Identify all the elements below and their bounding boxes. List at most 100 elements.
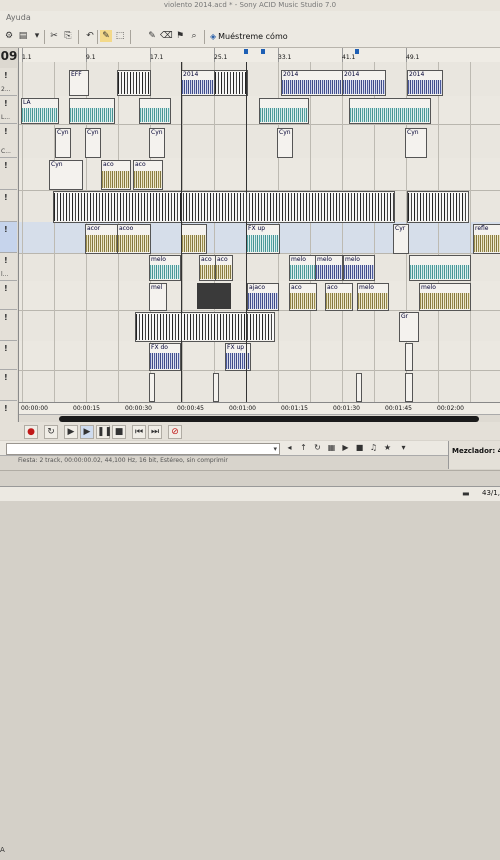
track-header[interactable]: ! C... — [0, 124, 17, 158]
show-me-how-button[interactable]: ◈ Muéstreme cómo — [210, 30, 288, 44]
audio-event[interactable] — [149, 373, 155, 402]
auto-preview-icon[interactable]: ♫ — [368, 442, 379, 453]
audio-event[interactable] — [405, 373, 413, 402]
beat-event[interactable] — [214, 70, 248, 96]
audio-event[interactable]: 2014 — [281, 70, 343, 96]
audio-event[interactable]: 2014 — [181, 70, 215, 96]
favorites-icon[interactable]: ★ — [382, 442, 393, 453]
audio-event[interactable]: refle — [473, 224, 500, 254]
beat-event[interactable] — [407, 191, 469, 223]
explorer-menu-icon[interactable]: ▾ — [398, 442, 409, 453]
loop-marker[interactable] — [261, 49, 265, 54]
audio-event[interactable]: FX up — [225, 343, 251, 371]
cut-icon[interactable]: ✂ — [48, 30, 60, 42]
audio-event[interactable] — [349, 98, 431, 124]
timeline[interactable]: EFF 2014 2014 2014 2014 LA Cyn Cyn Cyn C… — [19, 62, 500, 402]
play-icon[interactable]: ▶ — [80, 425, 94, 439]
audio-event[interactable]: aco — [325, 283, 353, 311]
dropdown-icon[interactable]: ▾ — [31, 30, 43, 42]
measure-ruler[interactable]: 1.1 9.1 17.1 25.1 33.1 41.1 49.1 — [19, 48, 500, 63]
envelope-tool-icon[interactable]: ⚑ — [174, 30, 186, 42]
audio-event[interactable] — [213, 373, 219, 402]
preview-play-icon[interactable]: ▶ — [340, 442, 351, 453]
audio-event[interactable]: Cyn — [405, 128, 427, 158]
audio-event[interactable]: aco — [101, 160, 131, 190]
beat-event[interactable] — [53, 191, 395, 223]
audio-event[interactable]: aco — [289, 283, 317, 311]
cursor-marker[interactable] — [246, 62, 247, 402]
stop-icon[interactable]: ■ — [112, 425, 126, 439]
track-tab[interactable]: A — [0, 846, 10, 860]
audio-event[interactable]: acoo — [117, 224, 151, 254]
audio-event[interactable] — [405, 343, 413, 371]
track-header[interactable]: ! — [0, 341, 17, 370]
audio-event[interactable]: Cyn — [277, 128, 293, 158]
audio-event[interactable]: 2014 — [407, 70, 443, 96]
track-header[interactable]: ! L... — [0, 96, 17, 124]
erase-tool-icon[interactable]: ⌫ — [160, 30, 173, 42]
paint-tool-icon[interactable]: ✎ — [146, 30, 158, 42]
audio-event[interactable]: EFF — [69, 70, 89, 96]
paste-icon[interactable]: ⎘ — [62, 30, 74, 42]
audio-event[interactable]: FX do — [149, 343, 181, 371]
preview-stop-icon[interactable]: ■ — [354, 442, 365, 453]
views-icon[interactable]: ▦ — [326, 442, 337, 453]
audio-event[interactable]: aco — [215, 255, 233, 281]
audio-event[interactable]: aco — [133, 160, 163, 190]
properties-icon[interactable]: ⚙ — [3, 30, 15, 42]
audio-event[interactable]: acor — [85, 224, 119, 254]
undo-icon[interactable]: ↶ — [84, 30, 96, 42]
audio-event[interactable] — [181, 224, 207, 254]
loop-marker[interactable] — [355, 49, 359, 54]
track-lane[interactable] — [19, 370, 500, 402]
stop-all-icon[interactable]: ⊘ — [168, 425, 182, 439]
audio-event[interactable]: Cyr — [393, 224, 409, 254]
track-header[interactable]: ! l... — [0, 253, 17, 281]
draw-tool-icon[interactable]: ✎ — [100, 30, 112, 42]
track-lane[interactable] — [19, 341, 500, 371]
beat-event[interactable] — [117, 70, 151, 96]
track-lane[interactable] — [19, 158, 500, 191]
audio-event[interactable]: LA — [21, 98, 59, 124]
track-header[interactable]: ! — [0, 310, 17, 341]
audio-event[interactable]: mel — [149, 283, 167, 311]
path-dropdown[interactable] — [6, 443, 280, 455]
beat-event[interactable] — [135, 312, 275, 342]
audio-event[interactable]: Cyn — [149, 128, 165, 158]
audio-event[interactable]: melo — [357, 283, 389, 311]
cursor-marker[interactable] — [181, 62, 182, 402]
audio-event[interactable]: melo — [289, 255, 317, 281]
audio-event[interactable] — [259, 98, 309, 124]
track-header[interactable]: ! — [0, 281, 17, 310]
track-header[interactable]: ! — [0, 190, 17, 222]
go-to-end-icon[interactable]: ⏭ — [148, 425, 162, 439]
loop-marker[interactable] — [244, 49, 248, 54]
track-header[interactable]: ! — [0, 158, 17, 190]
up-folder-icon[interactable]: ↑ — [298, 442, 309, 453]
track-header[interactable]: ! — [0, 222, 17, 253]
back-icon[interactable]: ◂ — [284, 442, 295, 453]
pause-icon[interactable]: ❚❚ — [96, 425, 112, 439]
loop-icon[interactable]: ↻ — [44, 425, 58, 439]
audio-event[interactable]: Cyn — [85, 128, 101, 158]
audio-event[interactable] — [356, 373, 362, 402]
menu-item-ayuda[interactable]: Ayuda — [6, 13, 31, 22]
audio-event[interactable]: melo — [149, 255, 181, 281]
audio-event[interactable]: ajaco — [247, 283, 279, 311]
audio-event[interactable] — [409, 255, 471, 281]
audio-event[interactable]: Cyn — [55, 128, 71, 158]
audio-event[interactable]: 2014 — [342, 70, 386, 96]
track-header[interactable]: ! 2... — [0, 68, 17, 96]
audio-event[interactable]: Cyn — [49, 160, 83, 190]
audio-event[interactable]: melo — [343, 255, 375, 281]
audio-event[interactable]: Gr — [399, 312, 419, 342]
go-to-start-icon[interactable]: ⏮ — [132, 425, 146, 439]
audio-event[interactable]: FX up — [246, 224, 280, 254]
play-from-start-icon[interactable]: ▶ — [64, 425, 78, 439]
zoom-tool-icon[interactable]: ⌕ — [188, 30, 200, 42]
record-icon[interactable]: ● — [24, 425, 38, 439]
audio-event[interactable]: melo — [315, 255, 343, 281]
refresh-icon[interactable]: ↻ — [312, 442, 323, 453]
audio-event[interactable]: melo — [419, 283, 471, 311]
render-icon[interactable]: ▤ — [17, 30, 29, 42]
